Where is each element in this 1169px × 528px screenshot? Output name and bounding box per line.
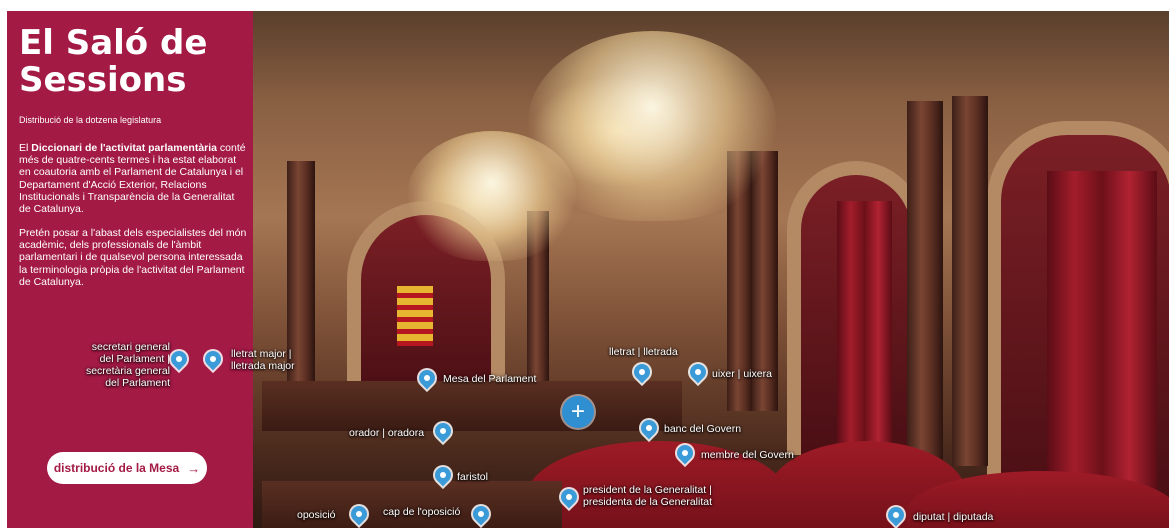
column-2 — [952, 96, 988, 466]
intro-prefix: El — [19, 142, 32, 154]
hotspot-label-oposicio: oposició — [297, 509, 336, 521]
curtain-right — [1047, 171, 1157, 491]
mesa-button-label: distribució de la Mesa — [53, 461, 180, 475]
hotspot-label-uixer: uixer | uixera — [712, 368, 772, 380]
info-panel: El Saló de Sessions Distribució de la do… — [7, 11, 253, 528]
hotspot-label-lletrat: lletrat | lletrada — [609, 346, 678, 358]
hotspot-label-membre: membre del Govern — [701, 449, 794, 461]
subtitle: Distribució de la dotzena legislatura — [19, 115, 162, 125]
hotspot-label-secretari: secretari general del Parlament | secret… — [85, 341, 170, 389]
hotspot-label-lletrat-major: lletrat major | lletrada major — [231, 348, 295, 372]
hotspot-label-president: president de la Generalitat | presidenta… — [583, 484, 712, 508]
mesa-distribution-button[interactable]: distribució de la Mesa → — [47, 452, 207, 484]
intro-paragraph: El Diccionari de l'activitat parlamentàr… — [19, 142, 247, 215]
page-title: El Saló de Sessions — [19, 25, 249, 99]
hotspot-label-banc: banc del Govern — [664, 423, 742, 435]
column-1 — [907, 101, 943, 461]
arrow-right-icon: → — [187, 460, 201, 476]
plus-button[interactable]: + — [562, 396, 594, 428]
hotspot-label-mesa: Mesa del Parlament — [443, 373, 537, 385]
viewer-frame: El Saló de Sessions Distribució de la do… — [0, 0, 1169, 528]
title-line-1: El Saló de — [19, 23, 208, 63]
curtain-mid — [837, 201, 892, 451]
hotspot-label-orador: orador | oradora — [349, 427, 425, 439]
presidency-bench — [262, 381, 682, 431]
catalan-flag — [397, 286, 433, 346]
hotspot-label-cap-oposicio: cap de l'oposició — [383, 506, 461, 518]
dictionary-name: Diccionari de l'activitat parlamentària — [31, 142, 217, 154]
hotspot-label-diputat: diputat | diputada — [913, 511, 994, 523]
purpose-paragraph: Pretén posar a l'abast dels especialiste… — [19, 227, 247, 288]
chandelier-left — [407, 131, 577, 261]
hotspot-label-faristol: faristol — [457, 471, 488, 483]
title-line-2: Sessions — [19, 60, 187, 100]
